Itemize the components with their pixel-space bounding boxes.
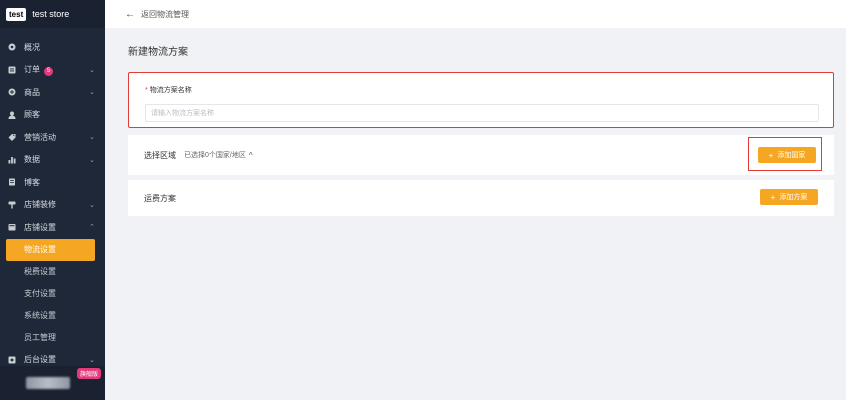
orders-icon [8,66,16,74]
sidebar-item-label: 营销活动 [24,132,56,142]
blog-icon [8,178,16,186]
sidebar-item-customers[interactable]: 顾客 [0,104,105,127]
add-plan-button[interactable]: + 添加方案 [760,189,818,205]
store-logo: test [6,7,27,21]
sidebar-subitem-shipping[interactable]: 物流设置 [6,238,95,261]
admin-settings-icon [8,356,16,364]
arrow-left-icon[interactable]: ← [125,9,135,20]
plan-name-input[interactable] [145,104,819,122]
dashboard-icon [8,43,16,51]
customers-icon [8,111,16,119]
analytics-icon [8,156,16,164]
sidebar-item-theme[interactable]: 店铺装修 ⌄ [0,194,105,217]
products-icon [8,88,16,96]
sidebar-subitem-staff[interactable]: 员工管理 [0,327,105,349]
region-card: 选择区域 已选择0个国家/地区 ^ + 添加国家 [128,135,834,175]
sidebar: test test store 概况 订单 5 ⌄ 商品 ⌄ 顾客 营销活动 ⌄ [0,0,105,400]
sidebar-item-orders[interactable]: 订单 5 ⌄ [0,59,105,82]
chevron-down-icon: ⌄ [89,156,95,164]
highlight-annotation [748,137,822,171]
orders-count-badge: 5 [44,66,54,76]
sidebar-item-label: 店铺装修 [24,200,56,210]
store-name: test store [32,9,70,19]
plus-icon: + [770,192,776,202]
marketing-icon [8,133,16,142]
required-marker: * [145,87,148,94]
sidebar-item-overview[interactable]: 概况 [0,36,105,59]
sidebar-subitem-system[interactable]: 系统设置 [0,305,105,327]
sidebar-item-products[interactable]: 商品 ⌄ [0,81,105,104]
region-selected-count: 已选择0个国家/地区 [184,152,246,159]
sidebar-item-analytics[interactable]: 数据 ⌄ [0,149,105,172]
sidebar-item-label: 后台设置 [24,355,56,365]
sidebar-item-label: 商品 [24,87,40,97]
chevron-down-icon: ⌄ [89,356,95,364]
sidebar-subitem-payment[interactable]: 支付设置 [0,283,105,305]
store-settings-icon [8,223,16,231]
sidebar-item-label: 订单 [24,64,40,74]
plan-name-card: * 物流方案名称 [128,72,834,128]
chevron-up-icon: ⌃ [89,224,95,232]
sidebar-item-label: 概况 [24,42,40,52]
shipping-plan-title: 运费方案 [144,193,176,203]
back-link[interactable]: 返回物流管理 [141,9,189,20]
plan-name-label: * 物流方案名称 [145,87,192,94]
sidebar-item-marketing[interactable]: 营销活动 ⌄ [0,126,105,149]
brand[interactable]: test test store [0,0,105,28]
main-menu: 概况 订单 5 ⌄ 商品 ⌄ 顾客 营销活动 ⌄ 数据 ⌄ 博客 店铺装修 ⌄ … [0,28,105,371]
sidebar-item-label: 顾客 [24,110,40,120]
chevron-down-icon: ⌄ [89,66,95,74]
chevron-up-icon[interactable]: ^ [249,151,253,160]
account-area[interactable]: 旗舰版 [0,366,105,400]
sidebar-item-label: 数据 [24,155,40,165]
shipping-plan-card: 运费方案 + 添加方案 [128,180,834,216]
theme-icon [8,201,16,209]
plan-badge: 旗舰版 [76,368,101,379]
sidebar-item-label: 博客 [24,177,40,187]
topbar: ← 返回物流管理 [105,0,846,28]
page-title: 新建物流方案 [128,47,188,58]
chevron-down-icon: ⌄ [89,134,95,142]
region-title: 选择区域 [144,150,176,160]
sidebar-item-store-settings[interactable]: 店铺设置 ⌃ [0,216,105,239]
chevron-down-icon: ⌄ [89,89,95,97]
chevron-down-icon: ⌄ [89,201,95,209]
sidebar-item-blog[interactable]: 博客 [0,171,105,194]
sidebar-subitem-tax[interactable]: 税费设置 [0,261,105,283]
sidebar-item-label: 店铺设置 [24,222,56,232]
account-name-blurred [26,377,70,389]
